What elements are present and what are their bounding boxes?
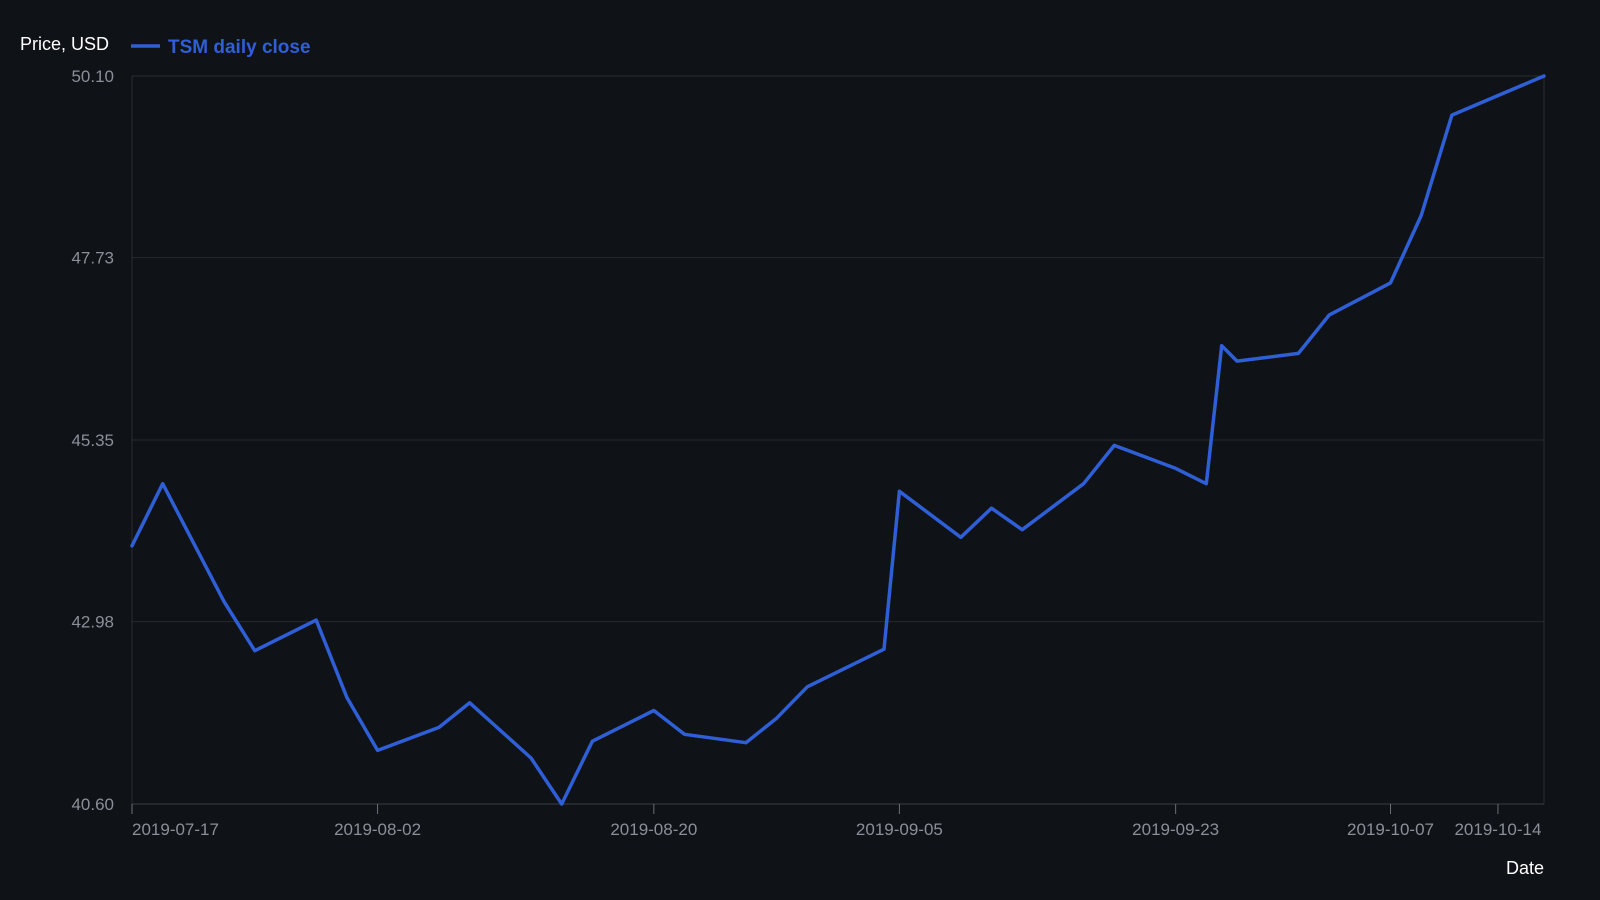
y-tick-label: 47.73 — [71, 249, 114, 268]
x-tick-label: 2019-09-23 — [1132, 820, 1219, 839]
y-tick-label: 42.98 — [71, 613, 114, 632]
x-axis-title: Date — [1506, 858, 1544, 878]
y-tick-label: 50.10 — [71, 67, 114, 86]
x-tick-label: 2019-08-20 — [610, 820, 697, 839]
y-axis-title: Price, USD — [20, 34, 109, 54]
chart-container: 40.60 42.98 45.35 47.73 50.10 2019-07-17 2019-… — [0, 0, 1600, 900]
x-tick-label: 2019-07-17 — [132, 820, 219, 839]
legend[interactable]: TSM daily close — [131, 37, 311, 58]
x-tick-label: 2019-09-05 — [856, 820, 943, 839]
legend-label: TSM daily close — [168, 37, 311, 58]
y-tick-label: 45.35 — [71, 431, 114, 450]
x-tick-label: 2019-10-07 — [1347, 820, 1434, 839]
line-chart: 40.60 42.98 45.35 47.73 50.10 2019-07-17 2019-… — [20, 34, 1546, 878]
y-tick-label: 40.60 — [71, 795, 114, 814]
axes: 40.60 42.98 45.35 47.73 50.10 2019-07-17 2019-… — [71, 67, 1544, 839]
x-tick-label: 2019-10-14 — [1454, 820, 1541, 839]
x-tick-label: 2019-08-02 — [334, 820, 421, 839]
grid-lines — [132, 75, 1544, 805]
